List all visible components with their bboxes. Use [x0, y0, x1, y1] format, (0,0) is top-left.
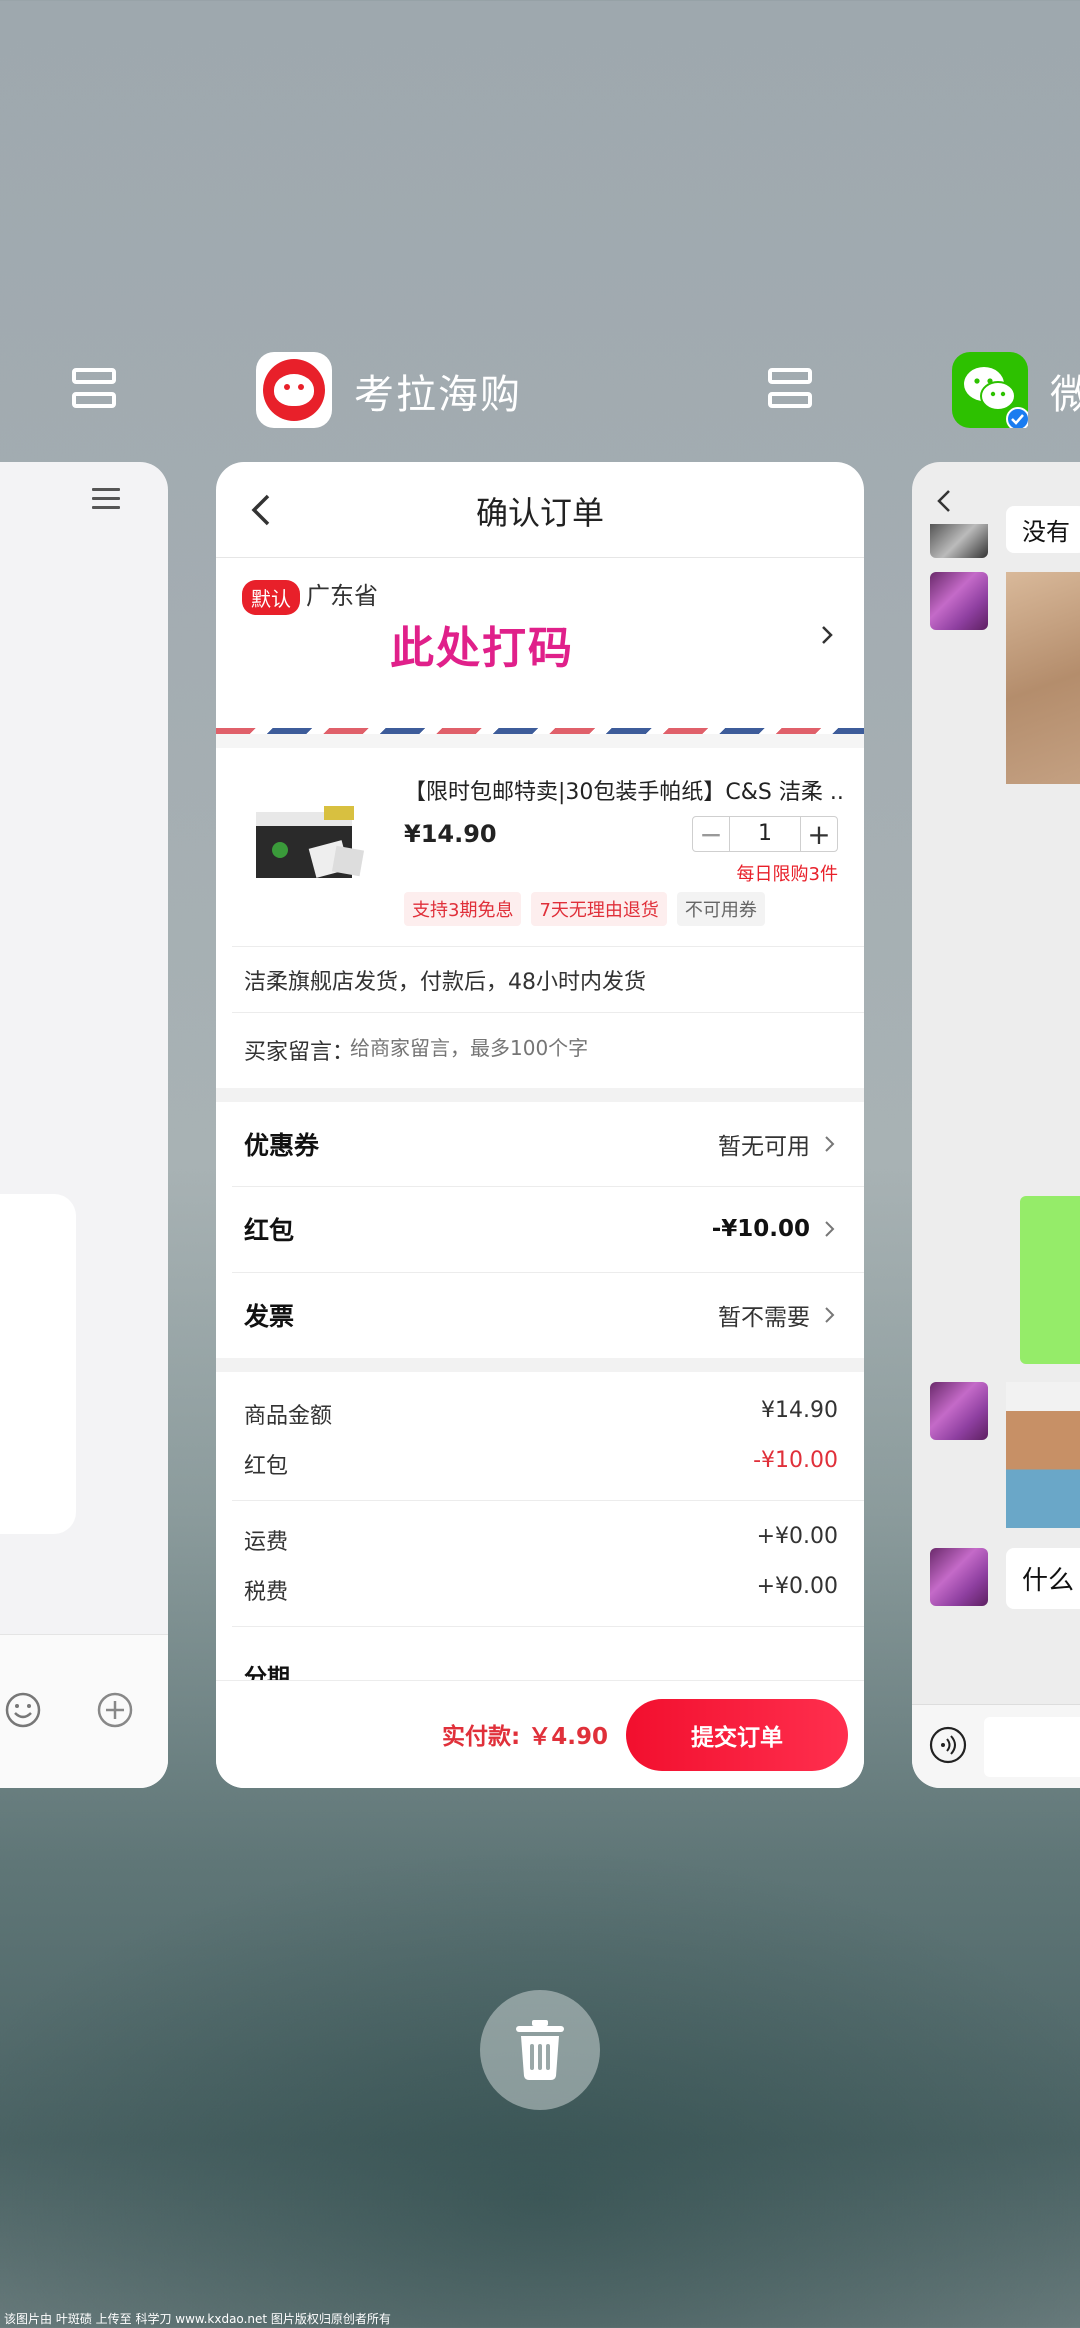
split-screen-icon[interactable]	[72, 368, 120, 412]
divider	[232, 1626, 864, 1627]
split-screen-icon[interactable]	[768, 368, 816, 412]
goods-label: 商品金额	[244, 1404, 333, 1429]
page-title: 确认订单	[475, 494, 604, 532]
summary-tax: 税费 +¥0.00	[244, 1574, 838, 1606]
freight-value: +¥0.00	[756, 1524, 838, 1549]
wechat-app-card[interactable]: 没有 什么	[912, 462, 1080, 1788]
divider	[232, 946, 864, 947]
avatar[interactable]	[930, 1382, 988, 1440]
product-name[interactable]: 【限时包邮特卖|30包装手帕纸】C&S 洁柔 ...	[404, 774, 844, 806]
chat-image[interactable]	[1006, 572, 1080, 784]
address-province: 广东省	[306, 582, 378, 610]
section-gap	[216, 1358, 864, 1372]
summary-goods: 商品金额 ¥14.90	[244, 1398, 838, 1430]
redpacket-value-wrap: -¥10.00	[712, 1216, 838, 1242]
summary-redpacket: 红包 -¥10.00	[244, 1448, 838, 1480]
purchase-limit: 每日限购3件	[736, 864, 838, 885]
clear-all-button[interactable]	[480, 1990, 600, 2110]
quantity-stepper[interactable]: − 1 +	[692, 816, 838, 852]
tag-no-coupon: 不可用券	[676, 892, 765, 926]
chat-bubble[interactable]: 什么	[1006, 1548, 1080, 1609]
summary-redpacket-label: 红包	[244, 1454, 289, 1479]
chat-bubble[interactable]: 没有	[1006, 506, 1080, 553]
wechat-app-icon[interactable]	[952, 352, 1030, 431]
kaola-app-title: 考拉海购	[354, 372, 522, 418]
section-gap	[216, 734, 864, 748]
submit-order-button[interactable]: 提交订单	[626, 1699, 848, 1771]
avatar[interactable]	[930, 572, 988, 630]
chat-input[interactable]	[984, 1717, 1080, 1777]
redpacket-row[interactable]: 红包 -¥10.00	[244, 1187, 838, 1271]
chevron-right-icon	[825, 1221, 835, 1237]
left-card-input-bar	[0, 1634, 168, 1788]
watermark: 该图片由 叶斑碛 上传至 科学刀 www.kxdao.net 图片版权归原创者所…	[4, 2312, 391, 2326]
voice-icon[interactable]	[928, 1725, 968, 1765]
product-tags: 支持3期免息 7天无理由退货 不可用券	[404, 892, 765, 926]
nav-bar: 确认订单	[216, 462, 864, 558]
checkout-bar: 实付款: ￥4.90 提交订单	[216, 1680, 864, 1788]
chevron-right-icon[interactable]	[816, 624, 838, 646]
divider	[232, 1012, 864, 1013]
left-card-panel	[0, 1194, 76, 1534]
chat-input-bar	[912, 1704, 1080, 1788]
increase-button[interactable]: +	[801, 817, 837, 851]
invoice-value-wrap: 暂不需要	[718, 1298, 838, 1332]
menu-icon[interactable]	[92, 488, 120, 512]
tax-label: 税费	[244, 1580, 289, 1605]
coupon-value: 暂无可用	[718, 1134, 810, 1160]
kaola-app-card[interactable]: 确认订单 默认 广东省 此处打码 【限时包邮特卖|30包装手帕纸】C&S 洁柔 …	[216, 462, 864, 1788]
section-gap	[216, 1088, 864, 1102]
tax-value: +¥0.00	[756, 1574, 838, 1599]
wechat-app-title: 微	[1050, 372, 1080, 418]
chevron-right-icon	[825, 1307, 835, 1323]
plus-circle-icon[interactable]	[96, 1691, 134, 1729]
chat-bubble-self[interactable]	[1020, 1196, 1080, 1364]
coupon-label: 优惠券	[244, 1131, 320, 1160]
avatar[interactable]	[930, 524, 988, 558]
buyer-message-label: 买家留言：	[244, 1040, 355, 1065]
invoice-label: 发票	[244, 1302, 295, 1331]
back-arrow-icon[interactable]	[932, 488, 958, 514]
chevron-right-icon	[825, 1136, 835, 1152]
coupon-value-wrap: 暂无可用	[718, 1127, 838, 1161]
avatar[interactable]	[930, 1548, 988, 1606]
quantity-value[interactable]: 1	[729, 817, 801, 851]
freight-label: 运费	[244, 1530, 289, 1555]
redacted-address-text: 此处打码	[390, 623, 574, 674]
trash-icon	[516, 2020, 564, 2080]
product-image[interactable]	[254, 804, 370, 886]
smile-icon[interactable]	[4, 1691, 42, 1729]
coupon-row[interactable]: 优惠券 暂无可用	[244, 1102, 838, 1186]
buyer-message-input[interactable]	[350, 1036, 750, 1060]
tag-installment: 支持3期免息	[404, 892, 522, 926]
invoice-value: 暂不需要	[718, 1305, 810, 1331]
chat-photo[interactable]	[1006, 1382, 1080, 1528]
product-price: ¥14.90	[404, 820, 497, 848]
default-badge: 默认	[242, 580, 300, 615]
summary-freight: 运费 +¥0.00	[244, 1524, 838, 1556]
left-app-card[interactable]	[0, 462, 168, 1788]
tag-return: 7天无理由退货	[531, 892, 667, 926]
goods-value: ¥14.90	[761, 1398, 838, 1423]
shipping-note: 洁柔旗舰店发货，付款后，48小时内发货	[244, 970, 646, 995]
redpacket-label: 红包	[244, 1216, 295, 1245]
redpacket-value: -¥10.00	[711, 1216, 810, 1242]
decrease-button[interactable]: −	[693, 817, 729, 851]
pay-amount: 实付款: ￥4.90	[442, 1724, 608, 1750]
divider	[232, 1500, 864, 1501]
kaola-app-icon[interactable]	[256, 352, 332, 428]
invoice-row[interactable]: 发票 暂不需要	[244, 1273, 838, 1357]
summary-redpacket-value: -¥10.00	[753, 1448, 838, 1473]
